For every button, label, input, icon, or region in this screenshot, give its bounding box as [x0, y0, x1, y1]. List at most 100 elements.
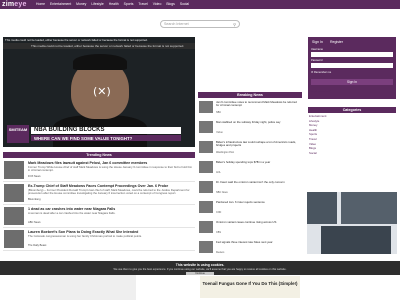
nav-item-money[interactable]: Money — [76, 2, 86, 6]
video-headline: NBA BUILDING BLOCKS — [34, 127, 105, 133]
breaking-source: CNN — [216, 211, 222, 214]
breaking-item[interactable]: Jan 6 committee votes to recommend Mark … — [198, 99, 302, 119]
breaking-source: Yahoo — [216, 131, 223, 134]
breaking-thumbnail[interactable] — [199, 221, 213, 233]
breaking-thumbnail[interactable] — [199, 241, 213, 253]
breaking-source: CBS — [216, 231, 221, 234]
tab-signin[interactable]: Sign In — [312, 40, 323, 44]
video-subline: WHERE CAN WE FIND SOME VALUE TONIGHT? — [34, 135, 133, 141]
news-photo[interactable] — [341, 192, 397, 224]
trending-thumbnail[interactable] — [4, 184, 24, 202]
breaking-item[interactable]: Omicron variant cases continue rising ac… — [198, 219, 302, 239]
video-headline-bar: NBA BUILDING BLOCKS — [31, 127, 181, 134]
breaking-header: Breaking News — [198, 92, 302, 98]
breaking-thumbnail[interactable] — [199, 201, 213, 213]
breaking-thumbnail[interactable] — [199, 141, 213, 153]
remember-me-checkbox[interactable]: ☑ Remember me — [311, 71, 331, 74]
nav-item-entertainment[interactable]: Entertainment — [50, 2, 71, 6]
news-photo[interactable] — [321, 226, 391, 254]
categories-header: Categories — [308, 107, 396, 113]
search-input[interactable]: Search Internet ⚲ — [160, 20, 240, 28]
breaking-item[interactable]: Fed signals three interest rate hikes ne… — [198, 239, 302, 259]
breaking-text[interactable]: Dr. Fauci said the omicron variant isn't… — [216, 180, 300, 184]
signin-button[interactable]: Sign In — [311, 79, 393, 85]
breaking-text[interactable]: Omicron variant cases continue rising ac… — [216, 220, 300, 224]
breaking-source: NBC News — [216, 191, 228, 194]
trending-item[interactable]: Lauren Boebert's Son Plans to Doing Exac… — [3, 228, 195, 251]
nav-item-video[interactable]: Video — [153, 2, 162, 6]
video-error-bar: This media could not be loaded, either b… — [3, 43, 195, 49]
video-error-message: This media could not be loaded, either b… — [5, 38, 148, 42]
nav-item-home[interactable]: Home — [36, 2, 45, 6]
trending-desc: (Bloomberg) -- Former President Donald T… — [28, 188, 190, 196]
breaking-source: Reuters — [216, 251, 225, 254]
breaking-text[interactable]: Fed signals three interest rate hikes ne… — [216, 240, 300, 244]
breaking-source: Washington Post — [216, 151, 234, 154]
breaking-text[interactable]: Pardoned Jan. 6 rioter rejects sentence — [216, 200, 300, 204]
ad-text[interactable]: Toenail Fungus Gone If You Do This (Simp… — [200, 281, 300, 286]
breaking-source: NBC — [216, 111, 222, 114]
news-photo[interactable] — [307, 192, 337, 224]
breaking-item[interactable]: Biden's infrastructure law could reshape… — [198, 139, 302, 159]
trending-thumbnail[interactable] — [4, 230, 24, 248]
video-error-bar-text: This media could not be loaded, either b… — [31, 44, 185, 48]
nav-item-sports[interactable]: Sports — [124, 2, 134, 6]
breaking-item[interactable]: Dr. Fauci said the omicron variant isn't… — [198, 179, 302, 199]
cookie-banner: This website is using cookies. We use th… — [0, 261, 400, 275]
breaking-item[interactable]: Biden's holiday spending tops $7B in a y… — [198, 159, 302, 179]
nav-item-travel[interactable]: Travel — [138, 2, 147, 6]
forgot-password-link[interactable]: Forgot password? — [310, 90, 331, 93]
top-nav-bar: zimeye Home Entertainment Money Lifestyl… — [0, 0, 400, 9]
trending-source: ABC News — [28, 221, 41, 224]
breaking-text[interactable]: Biden's infrastructure law could reshape… — [216, 140, 300, 147]
breaking-item[interactable]: Man stabbed on the subway Friday night, … — [198, 119, 302, 139]
trending-desc: Former Trump White House chief of staff … — [28, 165, 193, 173]
remember-me-label: Remember me — [314, 71, 332, 74]
breaking-source: AOL — [216, 171, 221, 174]
trending-source: Bloomberg — [28, 198, 41, 201]
tab-register[interactable]: Register — [330, 40, 343, 44]
trending-item[interactable]: Ex-Trump Chief of Staff Meadows Faces Co… — [3, 182, 195, 205]
trending-desc: The Colorado congresswoman is using her … — [28, 234, 142, 238]
nav-item-social[interactable]: Social — [180, 2, 189, 6]
logo-text: zim — [2, 1, 15, 8]
category-item[interactable]: Social — [308, 151, 396, 156]
breaking-item[interactable]: Pardoned Jan. 6 rioter rejects sentence C… — [198, 199, 302, 219]
trending-item[interactable]: 1 dead as car crashes into water near Ni… — [3, 205, 195, 228]
breaking-thumbnail[interactable] — [199, 101, 213, 113]
breaking-text[interactable]: Jan 6 committee votes to recommend Mark … — [216, 100, 300, 107]
nav-item-lifestyle[interactable]: Lifestyle — [91, 2, 103, 6]
cookie-continue-button[interactable]: Continue — [186, 271, 214, 275]
main-nav: Home Entertainment Money Lifestyle Healt… — [36, 2, 189, 6]
trending-thumbnail[interactable] — [4, 161, 24, 179]
breaking-text[interactable]: Biden's holiday spending tops $7B in a y… — [216, 160, 300, 164]
trending-desc: A woman is dead after a car crashed into… — [28, 211, 116, 215]
article-image[interactable] — [40, 275, 136, 300]
password-field[interactable] — [311, 63, 393, 68]
search-icon[interactable]: ⚲ — [233, 22, 236, 27]
video-player[interactable]: This media could not be loaded, either b… — [3, 37, 195, 147]
breaking-list: Jan 6 committee votes to recommend Mark … — [198, 99, 302, 259]
trending-list: Mark Meadows files lawsuit against Pelos… — [3, 159, 195, 251]
breaking-thumbnail[interactable] — [199, 161, 213, 173]
password-label: Password — [311, 59, 323, 62]
trending-thumbnail[interactable] — [4, 207, 24, 225]
nav-item-blogs[interactable]: Blogs — [166, 2, 174, 6]
news-photo-panel — [307, 192, 397, 254]
breaking-thumbnail[interactable] — [199, 181, 213, 193]
breaking-text[interactable]: Man stabbed on the subway Friday night, … — [216, 120, 300, 124]
username-field[interactable] — [311, 52, 393, 57]
search-placeholder: Search Internet — [164, 22, 189, 26]
advertisement[interactable]: Toenail Fungus Gone If You Do This (Simp… — [200, 276, 300, 298]
cookie-title: This website is using cookies. — [175, 263, 225, 267]
trending-item[interactable]: Mark Meadows files lawsuit against Pelos… — [3, 159, 195, 182]
trending-source: FOX News — [28, 175, 41, 178]
logo-text-accent: eye — [14, 1, 27, 8]
site-logo[interactable]: zimeye — [2, 1, 27, 8]
nav-item-health[interactable]: Health — [109, 2, 119, 6]
categories-list: Entertainment Lifestyle Money Health Spo… — [308, 114, 396, 155]
breaking-thumbnail[interactable] — [199, 121, 213, 133]
trending-source: The Daily Beast — [28, 244, 47, 247]
trending-header: Trending News — [3, 152, 195, 158]
video-error-icon[interactable]: (✕) — [93, 85, 111, 98]
